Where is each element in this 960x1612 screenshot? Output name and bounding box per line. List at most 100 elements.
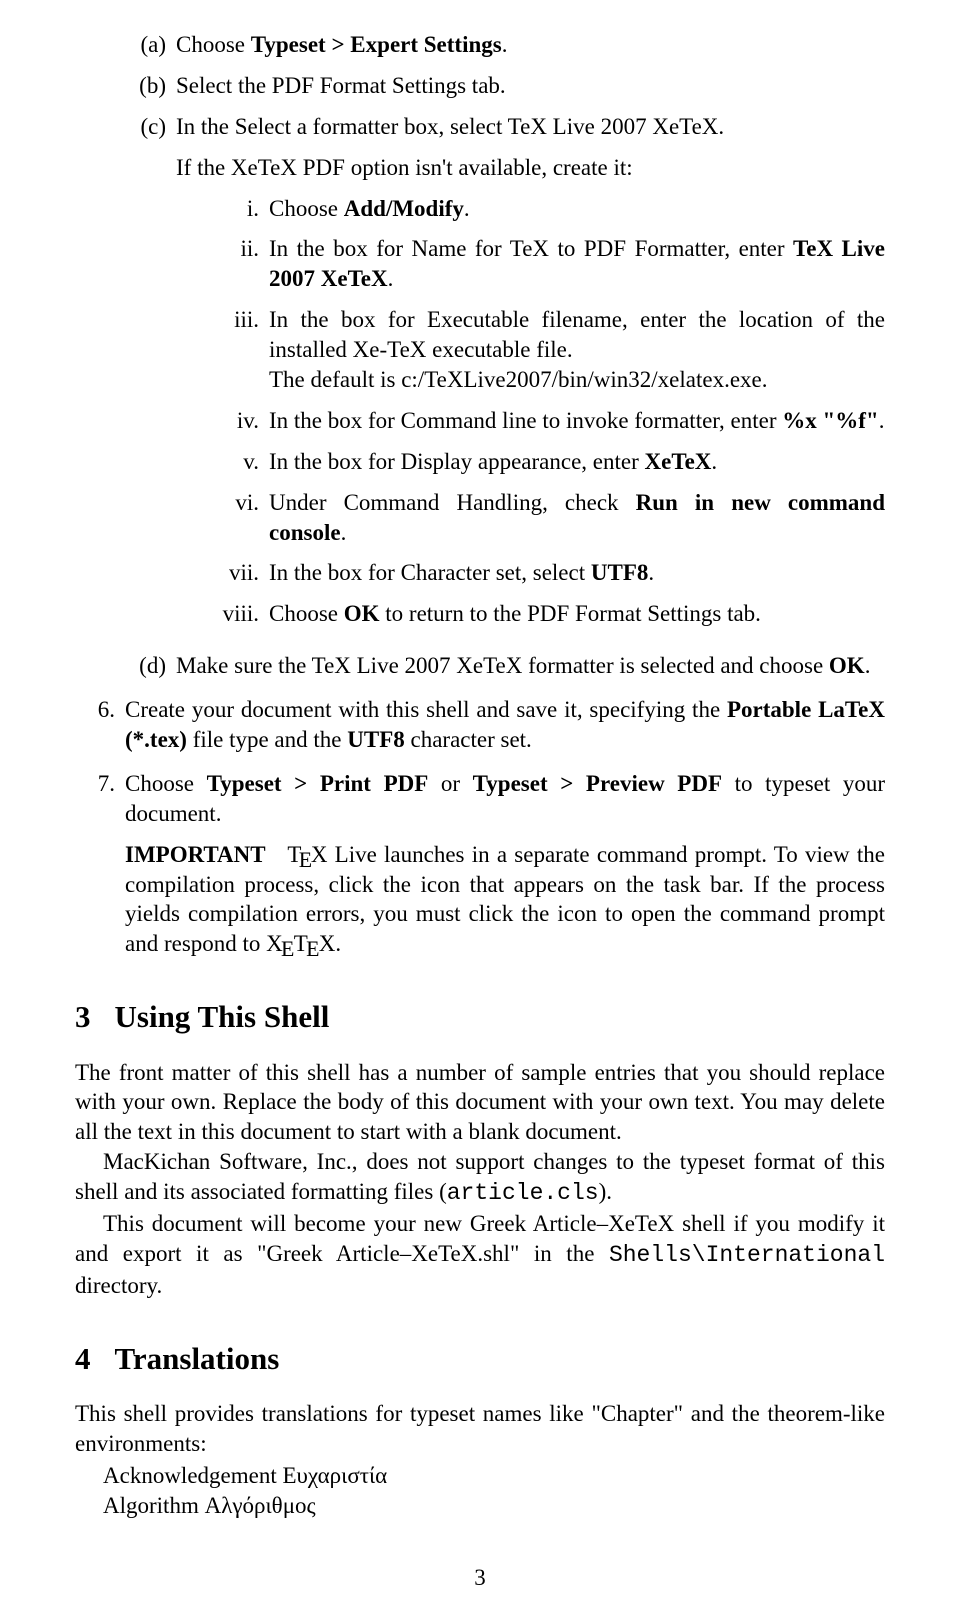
translation-row: Acknowledgement Ευχαριστία [103,1461,885,1491]
page-number: 3 [75,1563,885,1593]
item-c: (c) In the Select a formatter box, selec… [120,112,885,640]
text: file type and the [187,727,347,752]
bold: OK [829,653,865,678]
body: In the Select a formatter box, select Te… [176,112,885,640]
text: . [341,520,347,545]
important-label: IMPORTANT [125,842,266,867]
translation-row: Algorithm Αλγόριθμος [103,1491,885,1521]
bold: %x "%f" [782,408,878,433]
text: Under Command Handling, check [269,490,636,515]
body: In the box for Name for TeX to PDF Forma… [269,234,885,294]
mono: Shells\International [609,1242,885,1268]
item-b: (b) Select the PDF Format Settings tab. [120,71,885,101]
bold: XeTeX [645,449,712,474]
term-gr: Ευχαριστία [282,1463,387,1488]
text: . [502,32,508,57]
marker: (b) [120,71,176,101]
line2: The default is c:/TeXLive2007/bin/win32/… [269,365,885,395]
marker: (d) [120,651,176,681]
body: In the box for Command line to invoke fo… [269,406,885,436]
mono: article.cls [447,1180,599,1206]
text: ). [599,1179,612,1204]
list-numeric: 6. Create your document with this shell … [85,695,885,959]
marker: 6. [85,695,125,755]
bold: UTF8 [591,560,649,585]
important-para: IMPORTANT TEX Live launches in a separat… [125,840,885,960]
item-7: 7. Choose Typeset > Print PDF or Typeset… [85,769,885,959]
text: Choose [176,32,251,57]
term-gr: Αλγόριθμος [205,1493,316,1518]
marker: 7. [85,769,125,959]
marker: (a) [120,30,176,60]
text: or [428,771,472,796]
section-number: 4 [75,1339,91,1379]
text: Choose [269,601,344,626]
section-title: Using This Shell [115,999,330,1034]
text: . [464,196,470,221]
item-ii: ii. In the box for Name for TeX to PDF F… [209,234,885,294]
bold: Typeset > Expert Settings [251,32,502,57]
text: directory. [75,1273,162,1298]
marker: (c) [120,112,176,640]
sec3-p1: The front matter of this shell has a num… [75,1058,885,1148]
body: In the box for Display appearance, enter… [269,447,885,477]
bold: UTF8 [347,727,405,752]
line1: In the Select a formatter box, select Te… [176,112,885,142]
line1: Choose Typeset > Print PDF or Typeset > … [125,769,885,829]
text: In the box for Display appearance, enter [269,449,645,474]
xetex-logo: ETE [283,931,319,956]
marker: iii. [209,305,269,395]
text: In the box for Name for TeX to PDF Forma… [269,236,793,261]
list-alpha: (a) Choose Typeset > Expert Settings. (b… [120,30,885,681]
item-iii: iii. In the box for Executable filename,… [209,305,885,395]
tex-logo: TE [287,842,311,867]
body: Choose Typeset > Expert Settings. [176,30,885,60]
body: Select the PDF Format Settings tab. [176,71,885,101]
marker: viii. [209,599,269,629]
text: to return to the PDF Format Settings tab… [380,601,761,626]
body: In the box for Executable filename, ente… [269,305,885,395]
body: Under Command Handling, check Run in new… [269,488,885,548]
item-iv: iv. In the box for Command line to invok… [209,406,885,436]
text: Choose [125,771,207,796]
text: In the box for Character set, select [269,560,591,585]
item-6: 6. Create your document with this shell … [85,695,885,755]
text: . [865,653,871,678]
sec4-p1: This shell provides translations for typ… [75,1399,885,1459]
section-3-heading: 3Using This Shell [75,997,885,1037]
line1: In the box for Executable filename, ente… [269,305,885,365]
body: Choose Typeset > Print PDF or Typeset > … [125,769,885,959]
marker: v. [209,447,269,477]
text: . [711,449,717,474]
term-en: Algorithm [103,1493,205,1518]
body: Choose OK to return to the PDF Format Se… [269,599,885,629]
marker: ii. [209,234,269,294]
item-d: (d) Make sure the TeX Live 2007 XeTeX fo… [120,651,885,681]
marker: vi. [209,488,269,548]
item-i: i. Choose Add/Modify. [209,194,885,224]
item-v: v. In the box for Display appearance, en… [209,447,885,477]
sec3-p3: This document will become your new Greek… [75,1209,885,1301]
body: Choose Add/Modify. [269,194,885,224]
text: . [648,560,654,585]
text: In the box for Command line to invoke fo… [269,408,782,433]
text: character set. [405,727,532,752]
body: Create your document with this shell and… [125,695,885,755]
section-title: Translations [115,1341,280,1376]
bold: OK [344,601,380,626]
text: Make sure the TeX Live 2007 XeTeX format… [176,653,829,678]
page: (a) Choose Typeset > Expert Settings. (b… [0,0,960,1612]
body: Make sure the TeX Live 2007 XeTeX format… [176,651,885,681]
sec3-p2: MacKichan Software, Inc., does not suppo… [75,1147,885,1209]
text: X. [319,931,341,956]
text: Create your document with this shell and… [125,697,727,722]
bold: Typeset > Print PDF [207,771,429,796]
list-roman: i. Choose Add/Modify. ii. In the box for… [209,194,885,630]
translation-list: Acknowledgement Ευχαριστία Algorithm Αλγ… [103,1461,885,1521]
body: In the box for Character set, select UTF… [269,558,885,588]
section-4-heading: 4 Translations [75,1339,885,1379]
marker: vii. [209,558,269,588]
bold: Typeset > Preview PDF [473,771,722,796]
marker: iv. [209,406,269,436]
marker: i. [209,194,269,224]
